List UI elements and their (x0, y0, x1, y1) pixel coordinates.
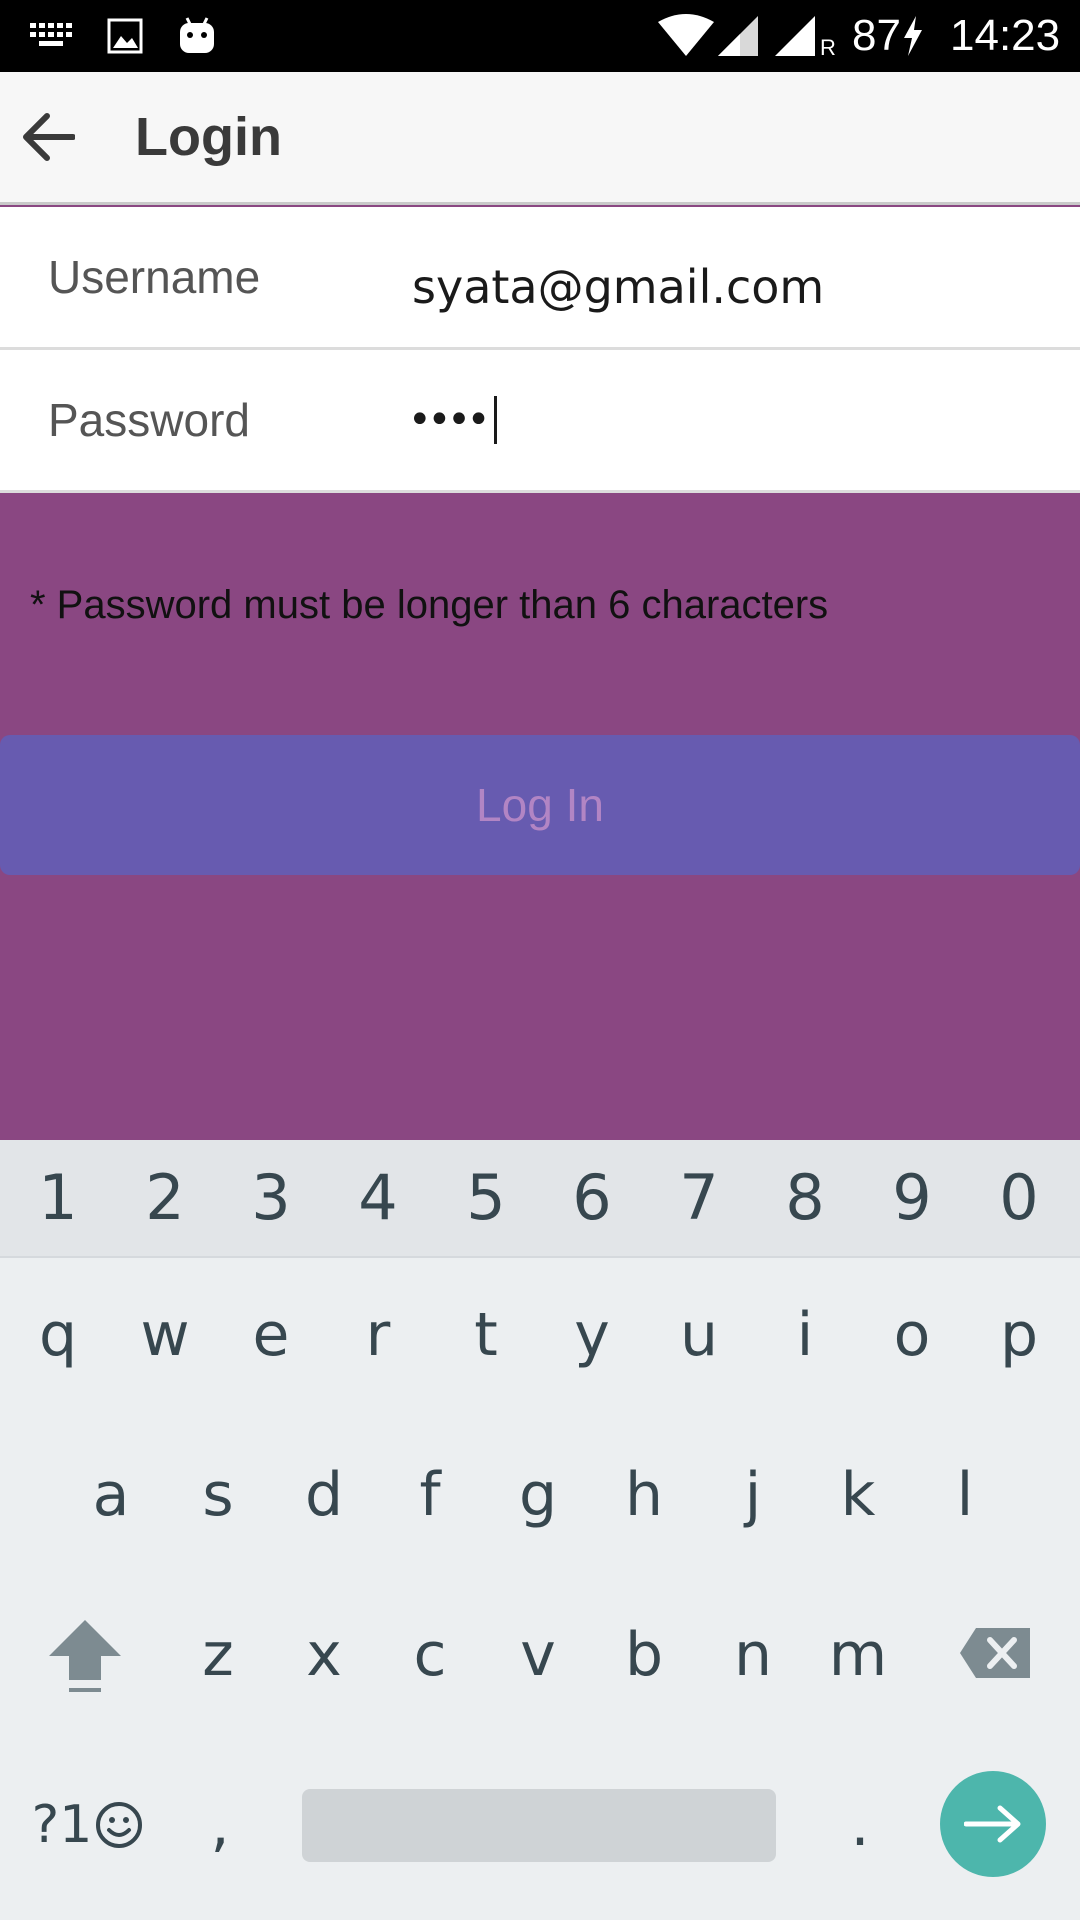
clock: 14:23 (950, 11, 1061, 60)
symbols-key-label: ?1 (31, 1795, 93, 1855)
key-u[interactable]: u (656, 1260, 742, 1410)
key-m[interactable]: m (815, 1580, 901, 1730)
key-z[interactable]: z (175, 1580, 261, 1730)
key-y[interactable]: y (549, 1260, 635, 1410)
key-o[interactable]: o (869, 1260, 955, 1410)
image-icon (107, 0, 143, 72)
key-i[interactable]: i (762, 1260, 848, 1410)
key-9[interactable]: 9 (869, 1140, 955, 1256)
key-6[interactable]: 6 (549, 1140, 635, 1256)
key-q[interactable]: q (15, 1260, 101, 1410)
key-p[interactable]: p (976, 1260, 1062, 1410)
password-field[interactable]: •••• (408, 350, 498, 490)
key-n[interactable]: n (710, 1580, 796, 1730)
page-title: Login (135, 107, 282, 167)
signal-icon (718, 0, 758, 72)
key-s[interactable]: s (175, 1420, 261, 1570)
login-button[interactable]: Log In (0, 735, 1080, 875)
username-field[interactable]: syata@gmail.com (412, 207, 824, 347)
enter-button[interactable] (940, 1771, 1046, 1877)
android-icon (178, 0, 216, 72)
spacebar[interactable] (302, 1789, 776, 1862)
key-f[interactable]: f (387, 1420, 473, 1570)
username-label: Username (48, 251, 261, 303)
soft-keyboard: 1 2 3 4 5 6 7 8 9 0 q w e r t y u i o p … (0, 1140, 1080, 1920)
key-t[interactable]: t (443, 1260, 529, 1410)
backspace-icon (960, 1628, 1030, 1678)
password-label: Password (48, 394, 250, 446)
key-3[interactable]: 3 (228, 1140, 314, 1256)
key-l[interactable]: l (922, 1420, 1008, 1570)
key-x[interactable]: x (281, 1580, 367, 1730)
login-form: Username syata@gmail.com Password •••• (0, 207, 1080, 493)
key-0[interactable]: 0 (976, 1140, 1062, 1256)
key-h[interactable]: h (601, 1420, 687, 1570)
symbols-key[interactable]: ?1 (28, 1780, 148, 1870)
username-row: Username syata@gmail.com (0, 207, 1080, 350)
key-v[interactable]: v (495, 1580, 581, 1730)
emoji-icon (96, 1802, 143, 1848)
signal-roaming-icon (775, 0, 819, 72)
key-4[interactable]: 4 (335, 1140, 421, 1256)
arrow-forward-icon (964, 1805, 1021, 1843)
key-r[interactable]: r (335, 1260, 421, 1410)
text-cursor (494, 396, 498, 444)
comma-key[interactable]: , (190, 1780, 250, 1870)
password-row: Password •••• (0, 350, 1080, 493)
key-g[interactable]: g (495, 1420, 581, 1570)
key-c[interactable]: c (387, 1580, 473, 1730)
shift-icon (49, 1620, 121, 1692)
arrow-back-icon (23, 113, 75, 161)
number-row: 1 2 3 4 5 6 7 8 9 0 (0, 1140, 1080, 1258)
key-1[interactable]: 1 (15, 1140, 101, 1256)
charging-icon (902, 0, 924, 72)
keyboard-icon (30, 0, 76, 72)
password-error-message: * Password must be longer than 6 charact… (30, 583, 829, 627)
key-e[interactable]: e (228, 1260, 314, 1410)
period-key[interactable]: . (830, 1780, 890, 1870)
battery-level: 87 (852, 11, 901, 60)
status-bar: R 87 14:23 (0, 0, 1080, 72)
shift-key[interactable] (40, 1580, 130, 1730)
app-bar: Login (0, 72, 1080, 205)
backspace-key[interactable] (950, 1580, 1040, 1730)
wifi-icon (658, 0, 714, 72)
key-d[interactable]: d (281, 1420, 367, 1570)
key-8[interactable]: 8 (762, 1140, 848, 1256)
back-button[interactable] (18, 102, 78, 172)
key-b[interactable]: b (601, 1580, 687, 1730)
key-k[interactable]: k (815, 1420, 901, 1570)
key-j[interactable]: j (710, 1420, 796, 1570)
key-a[interactable]: a (68, 1420, 154, 1570)
key-7[interactable]: 7 (656, 1140, 742, 1256)
key-5[interactable]: 5 (443, 1140, 529, 1256)
key-2[interactable]: 2 (122, 1140, 208, 1256)
key-w[interactable]: w (122, 1260, 208, 1410)
password-masked-text: •••• (408, 397, 490, 443)
